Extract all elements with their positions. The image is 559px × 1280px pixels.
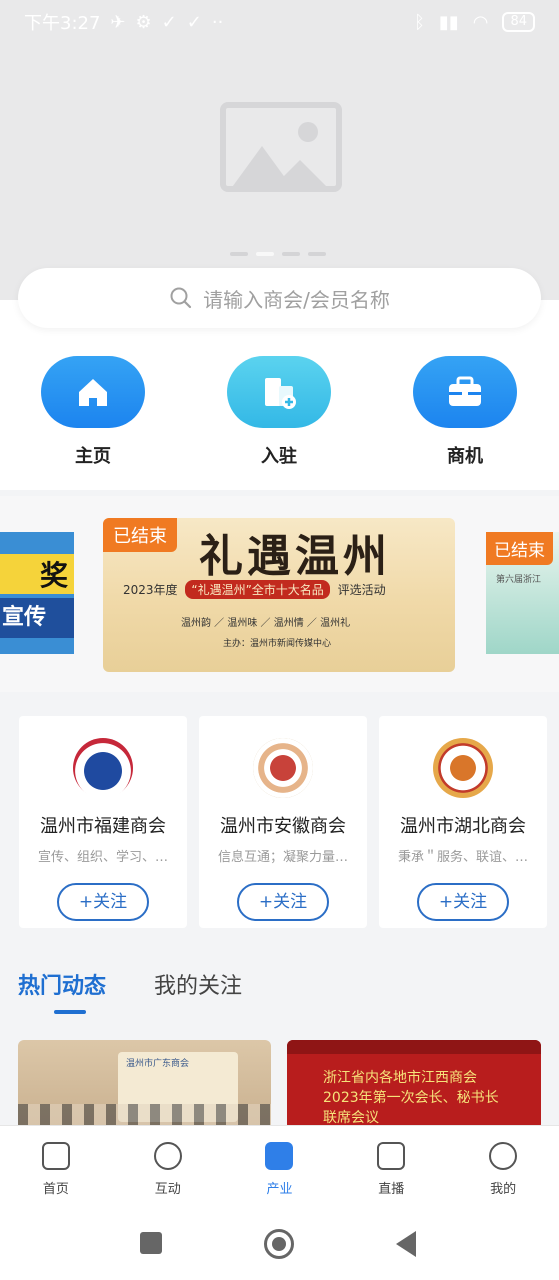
feed-line2: 2023年第一次会长、秘书长 [323, 1090, 499, 1106]
activity-carousel[interactable]: 奖 宣传 礼遇温州 已结束 2023年度 “礼遇温州”全市十大名品 评选活动 温… [0, 496, 559, 692]
tab-label: 首页 [42, 1182, 69, 1197]
signal-icon: ▮▮ [438, 11, 459, 33]
mute-icon: ✈ [110, 11, 126, 33]
quick-entry-section: 主页 入驻 商机 [0, 300, 559, 490]
activity-card-prev[interactable]: 奖 宣传 [0, 532, 74, 654]
feed-tabs: 热门动态 我的关注 [18, 968, 242, 1000]
follow-button[interactable]: +关注 [57, 883, 149, 921]
activity-subtitle: 2023年度 “礼遇温州”全市十大名品 评选活动 [123, 580, 386, 599]
feed-line1: 浙江省内各地市江西商会 [323, 1070, 477, 1086]
back-icon[interactable] [396, 1231, 416, 1257]
status-bar: 下午3:27 ✈ ⚙ ✓ ✓ ·· ᛒ ▮▮ ◠ 84 [0, 0, 559, 44]
tab-label: 我的 [490, 1182, 517, 1197]
tab-label: 产业 [266, 1182, 293, 1197]
card-prev-line1: 奖 [0, 554, 74, 594]
chamber-logo [73, 738, 133, 798]
tab-industry[interactable]: 产业 [224, 1126, 336, 1213]
quick-entry-join[interactable]: 入驻 [227, 356, 331, 468]
building-add-icon[interactable] [227, 356, 331, 428]
pagination-dot [282, 252, 300, 256]
home-tab-icon [41, 1142, 70, 1170]
chamber-desc: 信息互通；凝聚力量… [217, 850, 348, 865]
tab-label: 直播 [378, 1182, 405, 1197]
profile-tab-icon [489, 1142, 518, 1170]
banner-pagination [230, 252, 326, 256]
tab-following[interactable]: 我的关注 [154, 968, 242, 1000]
card-next-subtitle: 第六届浙江 [496, 575, 542, 585]
feed-frame [287, 1040, 541, 1054]
status-badge: 已结束 [103, 518, 177, 552]
quick-entry-label: 商机 [447, 446, 483, 467]
check-icon: ✓ [186, 11, 202, 33]
chamber-name: 温州市福建商会 [40, 816, 166, 837]
status-time: 下午3:27 [24, 13, 101, 34]
quick-entry-business[interactable]: 商机 [413, 356, 517, 468]
subtitle-highlight: “礼遇温州”全市十大名品 [185, 580, 330, 599]
tab-interact[interactable]: 互动 [112, 1126, 224, 1213]
wifi-icon: ◠ [472, 11, 489, 33]
check-icon: ✓ [161, 11, 177, 33]
chamber-list: 温州市福建商会 宣传、组织、学习、… +关注 温州市安徽商会 信息互通；凝聚力量… [0, 700, 559, 940]
subtitle-year: 2023年度 [123, 583, 178, 597]
home-nav-icon[interactable] [264, 1229, 294, 1259]
home-icon[interactable] [41, 356, 145, 428]
feed-item-image[interactable]: 浙江省内各地市江西商会 2023年第一次会长、秘书长 联席会议 [287, 1040, 541, 1130]
tab-live[interactable]: 直播 [335, 1126, 447, 1213]
recents-icon[interactable] [140, 1232, 162, 1254]
activity-card-next[interactable]: 已结束 第六届浙江 [486, 532, 559, 654]
chamber-name: 温州市湖北商会 [400, 816, 526, 837]
image-placeholder-icon [220, 102, 342, 192]
live-tab-icon [377, 1142, 406, 1170]
pagination-dot [230, 252, 248, 256]
status-badge: 已结束 [486, 532, 553, 565]
feed-sign-text: 温州市广东商会 [126, 1059, 190, 1069]
status-more: ·· [211, 11, 224, 33]
search-icon [170, 287, 192, 309]
feed-item-image[interactable]: 温州市广东商会 [18, 1040, 271, 1130]
tab-mine[interactable]: 我的 [447, 1126, 559, 1213]
pagination-dot [308, 252, 326, 256]
battery-indicator: 84 [502, 12, 535, 32]
bottom-tab-bar: 首页 互动 产业 直播 我的 [0, 1125, 559, 1213]
quick-entry-home[interactable]: 主页 [41, 356, 145, 468]
follow-button[interactable]: +关注 [417, 883, 509, 921]
chamber-desc: 宣传、组织、学习、… [37, 850, 168, 865]
tab-hot[interactable]: 热门动态 [18, 968, 106, 1000]
chamber-name: 温州市安徽商会 [220, 816, 346, 837]
chamber-desc: 秉承＂服务、联谊、… [397, 850, 528, 865]
search-bar[interactable]: 请输入商会/会员名称 [18, 268, 541, 328]
feed-item-text: 浙江省内各地市江西商会 2023年第一次会长、秘书长 联席会议 [323, 1068, 499, 1128]
tab-active-indicator [54, 1010, 86, 1014]
card-prev-line2: 宣传 [0, 598, 74, 638]
pagination-dot-active [256, 252, 274, 256]
chamber-card[interactable]: 温州市湖北商会 秉承＂服务、联谊、… +关注 [379, 716, 547, 928]
chat-tab-icon [153, 1142, 182, 1170]
system-nav-bar [0, 1213, 559, 1280]
chamber-card[interactable]: 温州市安徽商会 信息互通；凝聚力量… +关注 [199, 716, 367, 928]
subtitle-post: 评选活动 [337, 583, 386, 597]
quick-entry-label: 入驻 [261, 446, 297, 467]
activity-tags: 温州韵 ／ 温州味 ／ 温州情 ／ 温州礼 [181, 618, 351, 629]
settings-icon: ⚙ [135, 11, 152, 33]
chamber-card[interactable]: 温州市福建商会 宣传、组织、学习、… +关注 [19, 716, 187, 928]
chamber-logo [253, 738, 313, 798]
search-placeholder: 请输入商会/会员名称 [203, 287, 390, 312]
quick-entry-label: 主页 [75, 446, 111, 467]
tab-home[interactable]: 首页 [0, 1126, 112, 1213]
top-banner[interactable]: 下午3:27 ✈ ⚙ ✓ ✓ ·· ᛒ ▮▮ ◠ 84 [0, 0, 559, 300]
activity-host: 主办：温州市新闻传媒中心 [223, 639, 332, 649]
activity-card-main[interactable]: 礼遇温州 已结束 2023年度 “礼遇温州”全市十大名品 评选活动 温州韵 ／ … [103, 518, 455, 672]
activity-title: 礼遇温州 [199, 531, 391, 582]
feed-list: 温州市广东商会 浙江省内各地市江西商会 2023年第一次会长、秘书长 联席会议 [18, 1040, 541, 1130]
briefcase-icon[interactable] [413, 356, 517, 428]
industry-tab-icon [265, 1142, 294, 1170]
tab-label: 互动 [154, 1182, 181, 1197]
follow-button[interactable]: +关注 [237, 883, 329, 921]
chamber-logo [433, 738, 493, 798]
bluetooth-icon: ᛒ [414, 11, 425, 33]
